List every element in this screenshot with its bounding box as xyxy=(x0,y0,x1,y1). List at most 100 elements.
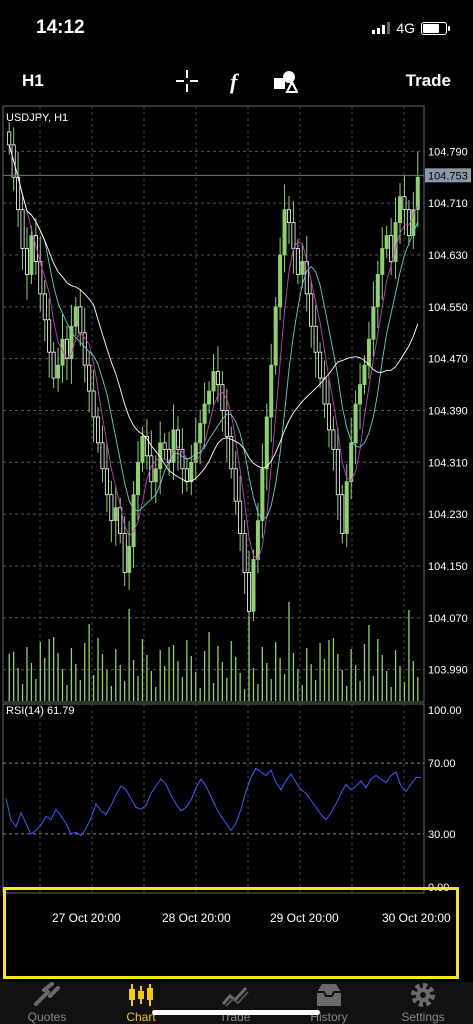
candle-body xyxy=(56,364,61,379)
price-tick-label: 104.470 xyxy=(428,354,468,366)
candle-body xyxy=(349,442,354,483)
rsi-line xyxy=(5,767,422,837)
candle-body xyxy=(264,416,269,470)
candle-body xyxy=(131,494,136,547)
candle-body xyxy=(220,384,225,411)
price-tick-label: 104.390 xyxy=(428,405,468,417)
candle-body xyxy=(42,293,47,321)
candle-body xyxy=(202,403,207,424)
candle-body xyxy=(247,572,252,612)
candle-body xyxy=(251,559,256,612)
candle-body xyxy=(189,461,194,483)
crosshair-icon[interactable] xyxy=(174,68,200,94)
candle-body xyxy=(353,403,358,444)
trade-button[interactable]: Trade xyxy=(406,71,451,91)
candle-body xyxy=(398,196,403,224)
candle-body xyxy=(87,364,92,392)
candle-body xyxy=(309,293,314,327)
candle-body xyxy=(184,468,189,483)
candle-body xyxy=(47,319,52,353)
rsi-level-label: 0.00 xyxy=(428,882,449,894)
history-icon xyxy=(317,984,341,1006)
candle-body xyxy=(162,442,167,450)
candle-body xyxy=(198,423,203,444)
price-tick-label: 104.630 xyxy=(428,250,468,262)
status-right: 4G xyxy=(372,20,450,36)
rsi-label: RSI(14) 61.79 xyxy=(6,705,74,717)
network-label: 4G xyxy=(396,20,415,36)
price-tick-label: 104.070 xyxy=(428,613,468,625)
chart-icon xyxy=(129,984,153,1006)
battery-icon xyxy=(421,21,450,35)
objects-icon[interactable] xyxy=(272,68,298,94)
date-label: 27 Oct 20:00 xyxy=(52,911,121,925)
candle-body xyxy=(78,306,83,334)
chart-area[interactable]: 104.790 104.710 104.630 104.550 104.470 104.3… xyxy=(0,102,473,982)
candle-body xyxy=(136,461,141,496)
candle-body xyxy=(242,533,247,573)
price-chart[interactable]: 104.790 104.710 104.630 104.550 104.470 104.3… xyxy=(0,102,473,982)
candle-body xyxy=(331,429,336,450)
candle-body xyxy=(340,494,345,534)
candle-body xyxy=(344,481,349,534)
signal-icon xyxy=(372,22,391,34)
candle-body xyxy=(295,248,300,275)
candle-body xyxy=(113,507,118,522)
price-tick-label: 104.550 xyxy=(428,302,468,314)
price-tick-label: 104.230 xyxy=(428,509,468,521)
candle-body xyxy=(402,196,407,211)
price-tick-label: 104.790 xyxy=(428,146,468,158)
candle-body xyxy=(51,351,56,379)
trade-icon xyxy=(221,986,249,1007)
tab-label: Settings xyxy=(401,1010,445,1024)
rsi-level-label: 100.00 xyxy=(428,705,462,717)
candle-body xyxy=(273,306,278,366)
candle-body xyxy=(171,429,176,463)
timeframe-button[interactable]: H1 xyxy=(22,71,44,91)
candle-body xyxy=(286,209,291,224)
candle-body xyxy=(207,390,212,405)
candle-body xyxy=(384,235,389,249)
tab-quotes[interactable]: Quotes xyxy=(0,982,94,1024)
tab-chart[interactable]: Chart xyxy=(94,982,188,1024)
candle-body xyxy=(215,371,220,385)
chart-toolbar: H1 f Trade xyxy=(0,58,473,102)
date-label: 29 Oct 20:00 xyxy=(270,911,339,925)
candle-body xyxy=(362,364,367,385)
candle-body xyxy=(313,325,318,353)
candle-body xyxy=(229,435,234,470)
candle-body xyxy=(73,306,78,327)
candle-body xyxy=(127,546,132,573)
candle-body xyxy=(393,222,398,262)
tab-history[interactable]: History xyxy=(282,982,376,1024)
candle-body xyxy=(100,442,105,470)
candle-body xyxy=(278,254,283,308)
date-label: 30 Oct 20:00 xyxy=(382,911,451,925)
settings-icon xyxy=(411,983,435,1007)
current-price-label: 104.753 xyxy=(428,170,468,182)
quotes-icon xyxy=(34,982,60,1006)
status-bar: 14:12 4G xyxy=(0,0,473,58)
price-tick-label: 104.310 xyxy=(428,457,468,469)
rsi-frame xyxy=(2,703,425,894)
home-indicator xyxy=(152,1010,320,1015)
svg-text:f: f xyxy=(230,69,240,94)
candle-body xyxy=(153,468,158,483)
tab-trade[interactable]: Trade xyxy=(188,982,282,1024)
price-tick-label: 104.710 xyxy=(428,198,468,210)
symbol-label: USDJPY, H1 xyxy=(6,112,68,124)
candle-body xyxy=(322,377,327,405)
candle-body xyxy=(358,384,363,405)
candle-body xyxy=(260,468,265,522)
tab-settings[interactable]: Settings xyxy=(376,982,470,1024)
candle-body xyxy=(7,131,12,146)
candle-body xyxy=(335,448,340,496)
candle-body xyxy=(380,248,385,275)
candle-body xyxy=(389,235,394,262)
candle-body xyxy=(282,209,287,256)
candle-body xyxy=(318,351,323,379)
indicators-icon[interactable]: f xyxy=(224,68,250,94)
candle-body xyxy=(211,371,216,392)
candle-body xyxy=(91,390,96,418)
candle-body xyxy=(233,468,238,502)
